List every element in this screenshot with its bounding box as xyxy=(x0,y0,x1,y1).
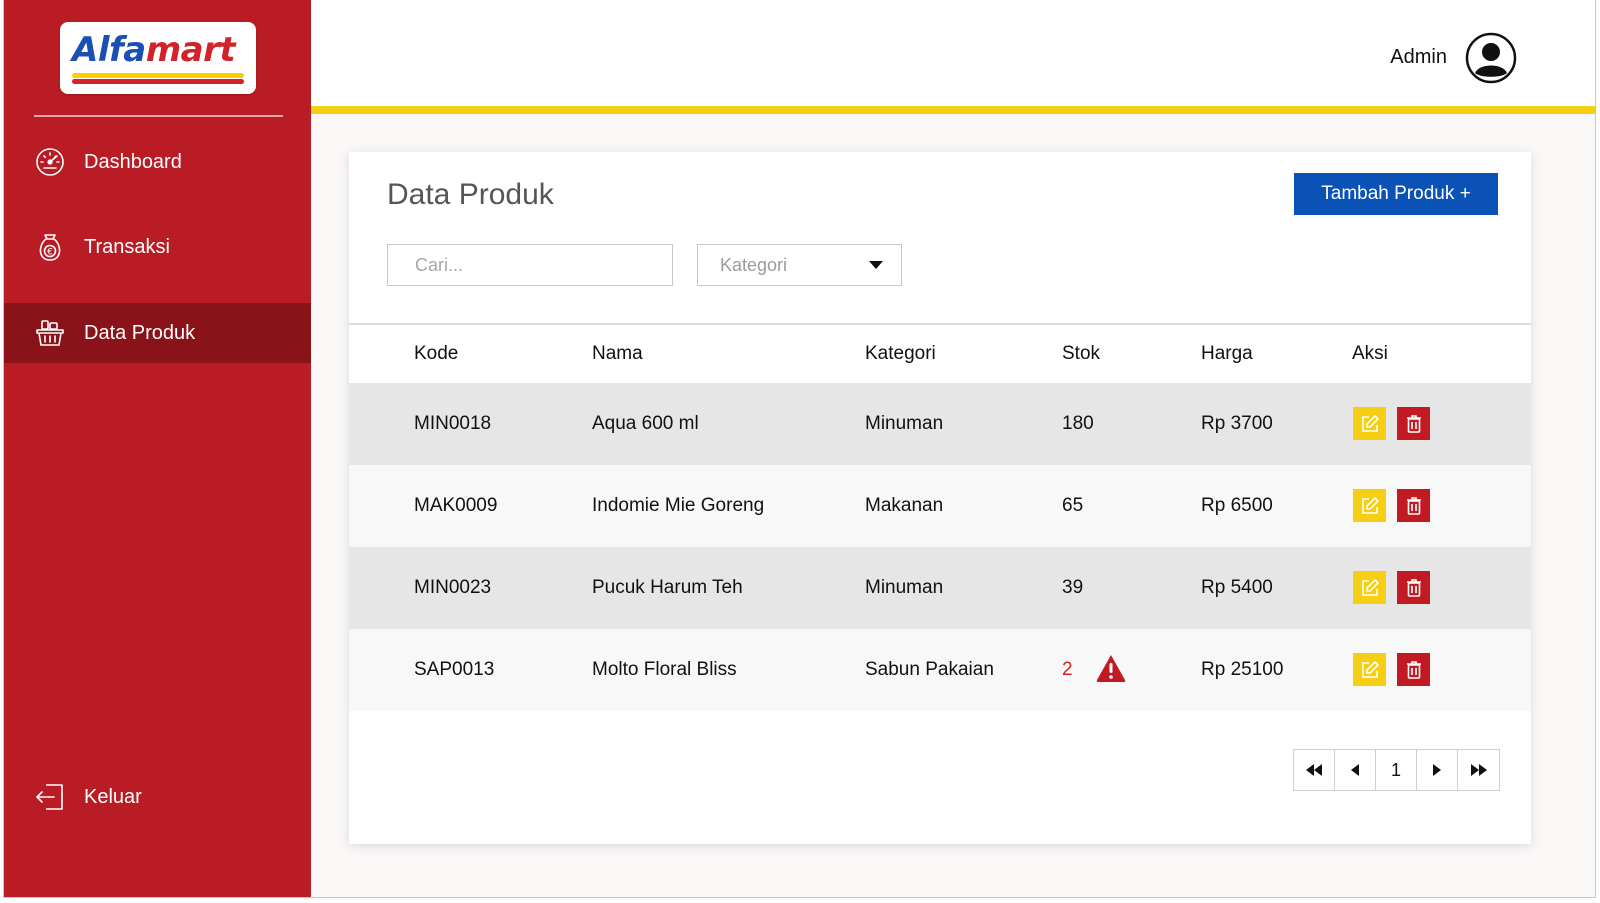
edit-button[interactable] xyxy=(1353,653,1386,686)
trash-icon xyxy=(1406,660,1421,679)
column-header-aksi: Aksi xyxy=(1352,343,1388,364)
pagination: 1 xyxy=(1293,749,1500,791)
user-avatar-icon[interactable] xyxy=(1465,32,1517,84)
table-row: MIN0018 Aqua 600 ml Minuman 180 Rp 3700 xyxy=(349,383,1531,465)
cell-kode: SAP0013 xyxy=(414,659,495,680)
cell-harga: Rp 5400 xyxy=(1201,577,1273,598)
app-window: Alfamart Dashboard € Transaksi Data Prod… xyxy=(3,0,1596,898)
sidebar-item-label: Dashboard xyxy=(84,150,182,173)
logout-button[interactable]: Keluar xyxy=(4,767,311,827)
column-header-harga: Harga xyxy=(1201,343,1253,364)
edit-icon xyxy=(1361,496,1379,514)
current-page[interactable]: 1 xyxy=(1376,750,1417,790)
column-header-stok: Stok xyxy=(1062,343,1101,364)
sidebar-item-dashboard[interactable]: Dashboard xyxy=(4,132,311,192)
table-row: MAK0009 Indomie Mie Goreng Makanan 65 Rp… xyxy=(349,465,1531,547)
sidebar: Alfamart Dashboard € Transaksi Data Prod… xyxy=(4,0,311,897)
logout-label: Keluar xyxy=(84,785,142,808)
cell-stok-low: 2 xyxy=(1062,659,1073,680)
sidebar-item-transaksi[interactable]: € Transaksi xyxy=(4,217,311,277)
cell-kategori: Minuman xyxy=(865,413,944,434)
first-page-button[interactable] xyxy=(1294,750,1335,790)
table-row: MIN0023 Pucuk Harum Teh Minuman 39 Rp 54… xyxy=(349,547,1531,629)
cell-nama: Indomie Mie Goreng xyxy=(592,495,765,516)
column-header-kode: Kode xyxy=(414,343,459,364)
sidebar-divider xyxy=(34,115,283,117)
cell-stok: 180 xyxy=(1062,413,1094,434)
trash-icon xyxy=(1406,414,1421,433)
double-chevron-left-icon xyxy=(1306,764,1322,776)
cell-stok: 39 xyxy=(1062,577,1084,598)
cell-harga: Rp 25100 xyxy=(1201,659,1284,680)
edit-icon xyxy=(1361,660,1379,678)
sidebar-item-data-produk[interactable]: Data Produk xyxy=(4,303,311,363)
logo-yellow-stripe xyxy=(72,73,244,78)
logo-wordmark: Alfamart xyxy=(72,30,236,70)
cell-kategori: Sabun Pakaian xyxy=(865,659,994,680)
cell-harga: Rp 6500 xyxy=(1201,495,1273,516)
trash-icon xyxy=(1406,496,1421,515)
double-chevron-right-icon xyxy=(1470,764,1487,776)
basket-icon xyxy=(36,320,64,346)
logo-red-stripe xyxy=(72,79,244,84)
page-title: Data Produk xyxy=(387,178,554,211)
add-product-button[interactable]: Tambah Produk + xyxy=(1294,173,1498,215)
column-header-nama: Nama xyxy=(592,343,643,364)
cell-nama: Molto Floral Bliss xyxy=(592,659,737,680)
cell-harga: Rp 3700 xyxy=(1201,413,1273,434)
low-stock-warning-icon xyxy=(1096,655,1126,682)
edit-button[interactable] xyxy=(1353,407,1386,440)
delete-button[interactable] xyxy=(1397,407,1430,440)
search-input[interactable] xyxy=(387,244,673,286)
delete-button[interactable] xyxy=(1397,653,1430,686)
edit-button[interactable] xyxy=(1353,571,1386,604)
svg-text:€: € xyxy=(47,247,53,257)
logout-icon xyxy=(36,784,63,810)
edit-icon xyxy=(1361,414,1379,432)
chevron-down-icon xyxy=(869,261,883,269)
cell-kode: MIN0018 xyxy=(414,413,492,434)
category-select[interactable]: Kategori xyxy=(697,244,902,286)
money-bag-icon: € xyxy=(39,234,61,261)
table-row: SAP0013 Molto Floral Bliss Sabun Pakaian… xyxy=(349,629,1531,711)
cell-stok: 65 xyxy=(1062,495,1084,516)
prev-page-button[interactable] xyxy=(1335,750,1376,790)
table-header: Kode Nama Kategori Stok Harga Aksi xyxy=(349,325,1531,383)
alfamart-logo: Alfamart xyxy=(60,22,256,94)
logo-text-alfa: Alfa xyxy=(72,30,146,70)
chevron-left-icon xyxy=(1351,764,1359,776)
edit-icon xyxy=(1361,578,1379,596)
delete-button[interactable] xyxy=(1397,489,1430,522)
category-select-value: Kategori xyxy=(720,255,788,275)
last-page-button[interactable] xyxy=(1458,750,1499,790)
cell-nama: Aqua 600 ml xyxy=(592,413,699,434)
cell-kode: MAK0009 xyxy=(414,495,498,516)
speedometer-icon xyxy=(36,148,64,176)
sidebar-item-label: Data Produk xyxy=(84,321,196,344)
cell-nama: Pucuk Harum Teh xyxy=(592,577,743,598)
top-header: Admin xyxy=(311,0,1595,106)
next-page-button[interactable] xyxy=(1417,750,1458,790)
user-name: Admin xyxy=(1390,46,1447,68)
trash-icon xyxy=(1406,578,1421,597)
cell-kategori: Makanan xyxy=(865,495,944,516)
cell-kategori: Minuman xyxy=(865,577,944,598)
cell-kode: MIN0023 xyxy=(414,577,492,598)
edit-button[interactable] xyxy=(1353,489,1386,522)
header-accent-stripe xyxy=(311,106,1595,114)
delete-button[interactable] xyxy=(1397,571,1430,604)
chevron-right-icon xyxy=(1433,764,1441,776)
logo-text-mart: mart xyxy=(145,30,236,70)
sidebar-item-label: Transaksi xyxy=(84,235,170,258)
column-header-kategori: Kategori xyxy=(865,343,936,364)
product-card: Data Produk Tambah Produk + Kategori Kod… xyxy=(349,152,1531,844)
